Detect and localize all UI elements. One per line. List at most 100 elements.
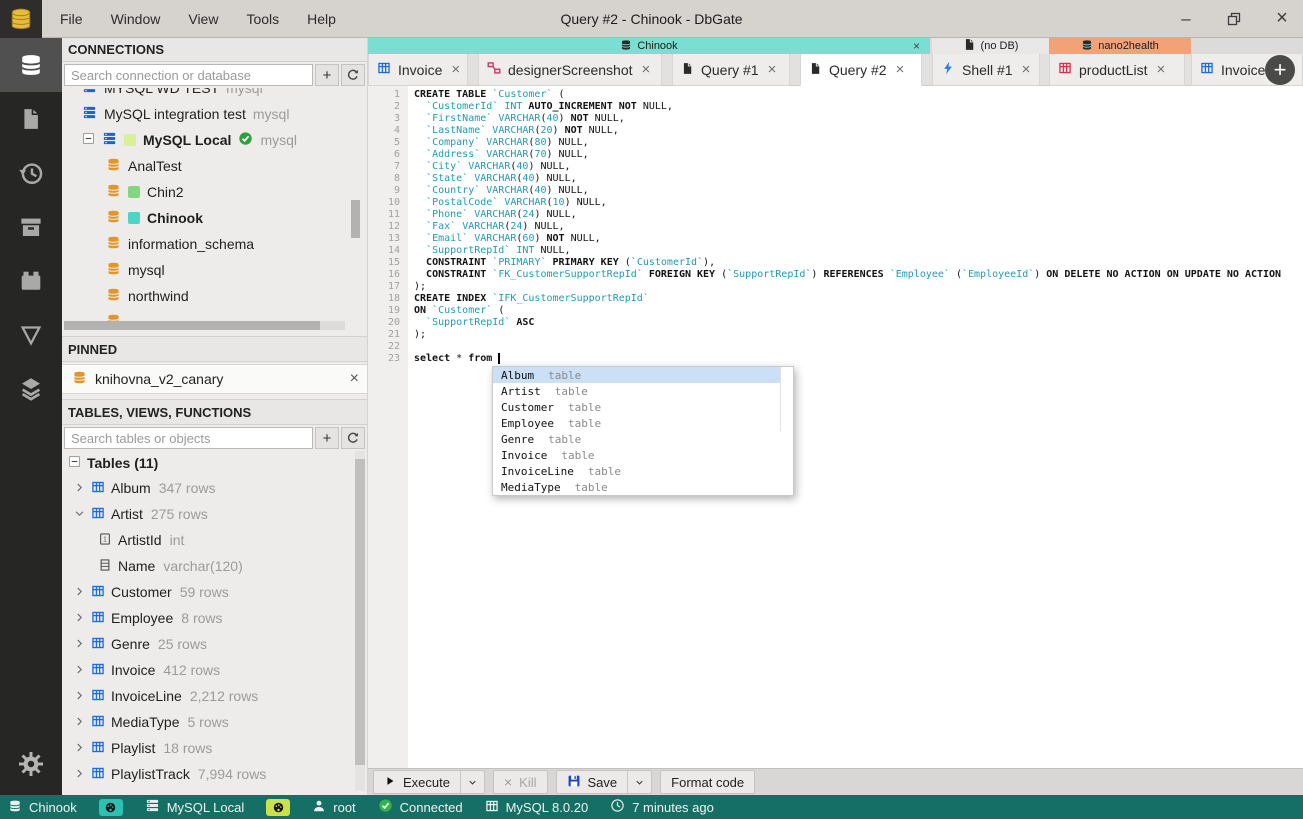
close-button[interactable]: × <box>1271 7 1293 30</box>
close-tab-icon[interactable]: × <box>1022 61 1031 78</box>
status-mysql-local[interactable]: MySQL Local <box>145 798 244 816</box>
collapse-expander-icon[interactable] <box>68 455 81 471</box>
status-root[interactable]: root <box>312 799 356 816</box>
chevron-down-icon[interactable] <box>459 771 484 793</box>
sql-editor[interactable]: 1 2 3 4 5 6 7 8 9 10 11 12 13 14 15 16 17 18 19 20 21 22 23 CR… <box>368 86 1303 768</box>
status-7-minutes-ago[interactable]: 7 minutes ago <box>610 798 714 816</box>
status-theme-chip[interactable] <box>98 798 123 816</box>
close-tab-icon[interactable]: × <box>896 61 905 78</box>
close-tab-icon[interactable]: × <box>451 61 460 78</box>
connection-item[interactable]: Chin2 <box>62 179 367 205</box>
status-theme-chip[interactable] <box>266 798 291 816</box>
execute-button[interactable]: Execute <box>373 770 485 794</box>
connection-item[interactable]: MySQL integration test mysql <box>62 101 367 127</box>
restore-button[interactable] <box>1223 8 1245 30</box>
archive-icon[interactable] <box>0 200 62 254</box>
autocomplete-item[interactable]: Artist table <box>493 383 793 399</box>
tab-group--no-db-[interactable]: (no DB) <box>932 38 1049 54</box>
tab-productlist[interactable]: productList × <box>1049 54 1185 86</box>
table-item[interactable]: Employee 8 rows <box>62 605 367 631</box>
column-item[interactable]: Name varchar(120) <box>62 553 367 579</box>
table-item[interactable]: Playlist 18 rows <box>62 735 367 761</box>
tables-search-input[interactable] <box>64 427 313 449</box>
new-tab-button[interactable]: + <box>1265 55 1295 85</box>
tab-query--2[interactable]: Query #2 × <box>800 54 922 86</box>
status-connected[interactable]: Connected <box>378 798 463 816</box>
filter-icon[interactable] <box>0 308 62 362</box>
connection-item[interactable]: information_schema <box>62 231 367 257</box>
chevron-down-icon[interactable] <box>627 771 651 793</box>
format-code-button[interactable]: Format code <box>660 770 756 794</box>
button-main[interactable]: Format code <box>661 771 754 793</box>
table-item[interactable]: Artist 275 rows <box>62 501 367 527</box>
history-icon[interactable] <box>0 146 62 200</box>
tab-group-chinook[interactable]: Chinook × <box>368 38 930 54</box>
table-item[interactable]: Genre 25 rows <box>62 631 367 657</box>
save-button[interactable]: Save <box>555 770 653 794</box>
chevron-right-icon[interactable] <box>74 662 85 678</box>
autocomplete-item[interactable]: Employee table <box>493 415 793 431</box>
chevron-right-icon[interactable] <box>74 636 85 652</box>
menu-tools[interactable]: Tools <box>246 11 279 27</box>
connections-search-input[interactable] <box>64 64 313 86</box>
table-item[interactable]: PlaylistTrack 7,994 rows <box>62 761 367 787</box>
table-item[interactable]: InvoiceLine 2,212 rows <box>62 683 367 709</box>
menu-view[interactable]: View <box>188 11 218 27</box>
chevron-right-icon[interactable] <box>74 584 85 600</box>
add-connection-button[interactable]: + <box>315 64 339 86</box>
table-item[interactable]: Invoice 412 rows <box>62 657 367 683</box>
chevron-down-icon[interactable] <box>74 506 85 522</box>
autocomplete-item[interactable]: Customer table <box>493 399 793 415</box>
chevron-right-icon[interactable] <box>74 688 85 704</box>
tab-invoice[interactable]: Invoice × <box>368 54 468 86</box>
button-main[interactable]: Execute <box>374 771 460 793</box>
status-mysql-8-0-20[interactable]: MySQL 8.0.20 <box>485 799 588 816</box>
tab-shell--1[interactable]: Shell #1 × <box>932 54 1040 86</box>
settings-icon[interactable] <box>0 739 62 789</box>
minimize-button[interactable]: – <box>1175 8 1197 30</box>
tab-designerscreenshot[interactable]: designerScreenshot × <box>478 54 662 86</box>
refresh-tables-button[interactable] <box>341 427 365 449</box>
connection-item[interactable]: Chinook <box>62 205 367 231</box>
close-tab-icon[interactable]: × <box>1156 61 1165 78</box>
connection-item[interactable]: MySQL Local mysql <box>62 127 367 153</box>
tab-group-nano2health[interactable]: nano2health <box>1049 38 1191 54</box>
chevron-right-icon[interactable] <box>74 766 85 782</box>
code-area[interactable]: CREATE TABLE `Customer` ( `CustomerId` I… <box>408 86 1303 365</box>
add-table-button[interactable]: + <box>315 427 339 449</box>
table-item[interactable]: Album 347 rows <box>62 475 367 501</box>
autocomplete-item[interactable]: Album table <box>493 367 793 383</box>
theme-palette-icon[interactable] <box>266 798 291 816</box>
file-icon[interactable] <box>0 92 62 146</box>
layers-icon[interactable] <box>0 362 62 416</box>
autocomplete-scrollbar[interactable] <box>780 367 793 431</box>
close-group-icon[interactable]: × <box>913 39 920 53</box>
scrollbar-thumb[interactable] <box>64 321 320 330</box>
autocomplete-item[interactable]: Invoice table <box>493 447 793 463</box>
connection-item[interactable]: AnalTest <box>62 153 367 179</box>
menu-help[interactable]: Help <box>307 11 336 27</box>
status-chinook[interactable]: Chinook <box>8 799 77 816</box>
database-icon[interactable] <box>0 38 62 92</box>
connections-vertical-scrollbar[interactable] <box>351 200 360 238</box>
column-item[interactable]: 1 ArtistId int <box>62 527 367 553</box>
autocomplete-item[interactable]: Genre table <box>493 431 793 447</box>
menu-window[interactable]: Window <box>111 11 161 27</box>
chevron-right-icon[interactable] <box>74 740 85 756</box>
connection-item[interactable]: northwind <box>62 283 367 309</box>
unpin-icon[interactable]: × <box>350 370 359 388</box>
tab-query--1[interactable]: Query #1 × <box>672 54 790 86</box>
button-main[interactable]: Save <box>557 771 628 793</box>
connection-item[interactable]: MYSQL WD TEST mysql <box>62 88 367 101</box>
table-item[interactable]: Customer 59 rows <box>62 579 367 605</box>
pinned-item[interactable]: knihovna_v2_canary × <box>62 364 367 394</box>
autocomplete-item[interactable]: MediaType table <box>493 479 793 495</box>
close-tab-icon[interactable]: × <box>642 61 651 78</box>
connections-horizontal-scrollbar[interactable] <box>64 321 345 330</box>
autocomplete-item[interactable]: InvoiceLine table <box>493 463 793 479</box>
theme-palette-icon[interactable] <box>98 798 123 816</box>
connection-item[interactable]: mysql <box>62 257 367 283</box>
close-tab-icon[interactable]: × <box>768 61 777 78</box>
menu-file[interactable]: File <box>60 11 83 27</box>
chevron-right-icon[interactable] <box>74 714 85 730</box>
